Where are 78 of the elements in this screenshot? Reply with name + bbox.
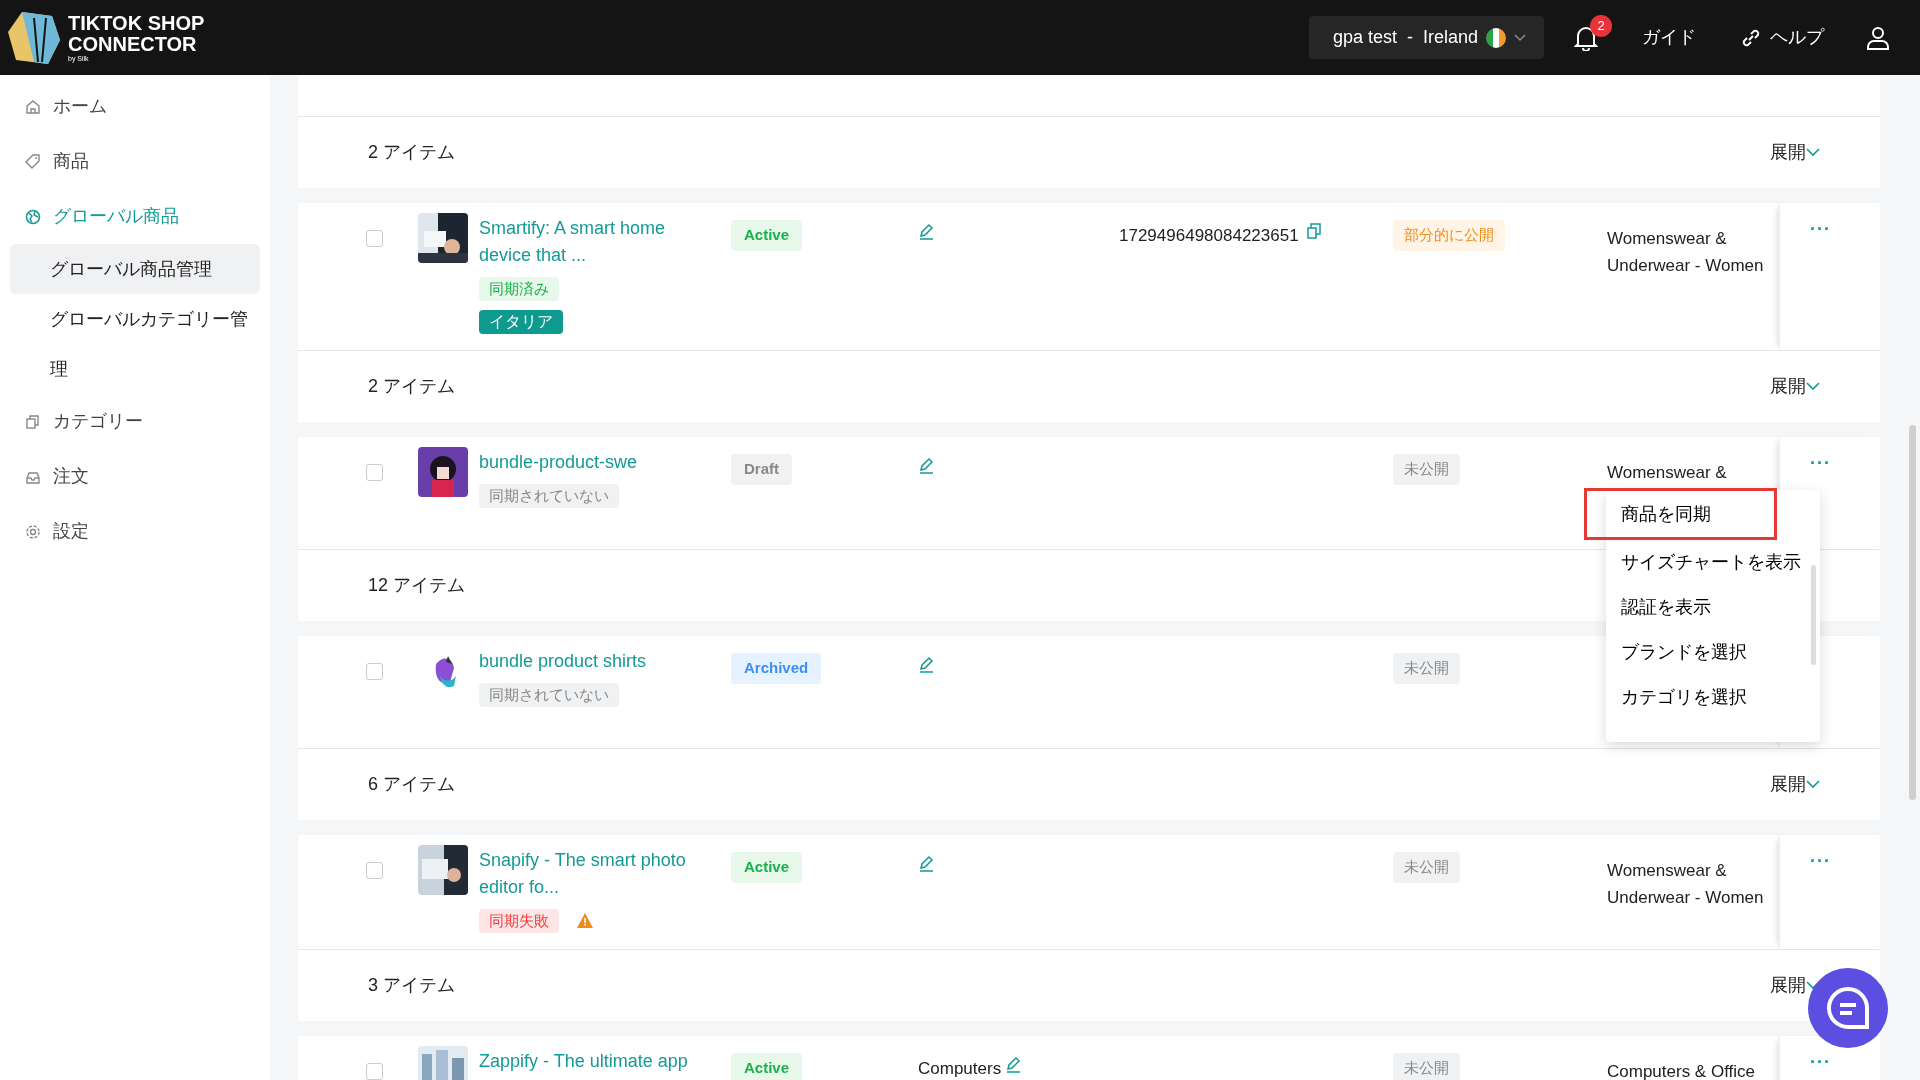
help-link[interactable]: ヘルプ	[1740, 24, 1824, 51]
user-icon[interactable]	[1866, 25, 1890, 50]
item-count: 12 アイテム	[368, 574, 466, 597]
logo-text: CONNECTOR	[68, 33, 198, 55]
home-icon	[25, 98, 41, 115]
item-count: 6 アイテム	[368, 773, 455, 796]
sidebar-item[interactable]: 設定	[0, 504, 270, 559]
logo-icon	[8, 9, 60, 66]
menu-item[interactable]: 認証を表示	[1606, 585, 1820, 630]
item-count: 3 アイテム	[368, 974, 455, 997]
sync-tag: 同期されていない	[479, 484, 619, 508]
product-name-link[interactable]: bundle-product-swe	[479, 449, 704, 476]
status-badge: Active	[731, 1053, 803, 1080]
status-badge: Active	[731, 852, 803, 883]
sidebar-item[interactable]: 商品	[0, 134, 270, 189]
sidebar-subitem[interactable]: グローバル商品管理	[10, 244, 260, 294]
publish-badge: 部分的に公開	[1393, 220, 1505, 251]
flag-icon	[1486, 27, 1506, 48]
globe-icon	[25, 208, 41, 225]
item-count: 2 アイテム	[368, 141, 455, 164]
row-checkbox[interactable]	[366, 663, 383, 680]
tag-icon	[25, 153, 41, 170]
chat-icon	[1825, 985, 1871, 1031]
category-text: Womenswear & Underwear - Women	[1607, 228, 1765, 277]
gear-icon	[25, 523, 41, 540]
item-count: 2 アイテム	[368, 375, 455, 398]
row-checkbox[interactable]	[366, 862, 383, 879]
status-badge: Active	[731, 220, 803, 251]
row-checkbox[interactable]	[366, 464, 383, 481]
sync-tag: 同期されていない	[479, 683, 619, 707]
expand-button[interactable]: 展開	[1770, 373, 1806, 400]
chevron-down-icon	[1806, 780, 1820, 789]
publish-badge: 未公開	[1393, 1053, 1460, 1080]
category-text: Computers & Office	[1607, 1061, 1757, 1080]
chevron-down-icon	[1806, 382, 1820, 391]
menu-item[interactable]: 商品を同期	[1584, 488, 1777, 540]
sync-tag: 同期失敗	[479, 909, 559, 933]
sync-tag: 同期済み	[479, 277, 559, 301]
chevron-down-icon	[1514, 33, 1526, 42]
chevron-down-icon	[1806, 148, 1820, 157]
sidebar-subitem[interactable]: グローバルカテゴリー管理	[10, 294, 260, 394]
expand-button[interactable]: 展開	[1770, 771, 1806, 798]
status-badge: Draft	[731, 454, 792, 485]
expand-button[interactable]: 展開	[1770, 139, 1806, 166]
pencil-icon[interactable]	[918, 855, 935, 872]
publish-badge: 未公開	[1393, 454, 1460, 485]
product-name-link[interactable]: Snapify - The smart photo editor fo...	[479, 847, 704, 901]
guide-link[interactable]: ガイド	[1642, 24, 1696, 51]
pencil-icon[interactable]	[918, 223, 935, 240]
store-selector[interactable]: gpa test - Ireland	[1308, 16, 1544, 59]
product-name-link[interactable]: Smartify: A smart home device that ...	[479, 215, 704, 269]
row-checkbox[interactable]	[366, 1063, 383, 1080]
pencil-icon[interactable]	[918, 656, 935, 673]
copy-icon[interactable]	[1306, 223, 1321, 239]
bell-icon[interactable]	[1574, 25, 1598, 52]
pencil-icon[interactable]	[918, 457, 935, 474]
product-id: 1729496498084223651	[1119, 225, 1299, 247]
sidebar-item[interactable]: ホーム	[0, 79, 270, 134]
copy-icon	[25, 413, 41, 430]
product-name-link[interactable]: bundle product shirts	[479, 648, 704, 675]
expand-button[interactable]: 展開	[1770, 972, 1806, 999]
pencil-icon[interactable]	[1005, 1056, 1023, 1073]
category-text: Womenswear & Underwear - Women	[1607, 860, 1765, 909]
row-checkbox[interactable]	[366, 230, 383, 247]
notification-badge: 2	[1590, 14, 1612, 37]
menu-item[interactable]: ブランドを選択	[1606, 630, 1820, 675]
category-text: Womenswear &	[1607, 462, 1728, 484]
sidebar-item[interactable]: 注文	[0, 449, 270, 504]
sync-tag: イタリア	[479, 310, 563, 334]
menu-item[interactable]: サイズチャートを表示	[1606, 540, 1820, 585]
menu-item[interactable]: カテゴリを選択	[1606, 675, 1820, 720]
sidebar-item[interactable]: グローバル商品	[0, 189, 270, 244]
publish-badge: 未公開	[1393, 653, 1460, 684]
category-label: Computers	[918, 1058, 1002, 1080]
status-badge: Archived	[731, 653, 822, 684]
sidebar-item[interactable]: カテゴリー	[0, 394, 270, 449]
publish-badge: 未公開	[1393, 852, 1460, 883]
logo-text: TIKTOK SHOP	[68, 12, 205, 34]
